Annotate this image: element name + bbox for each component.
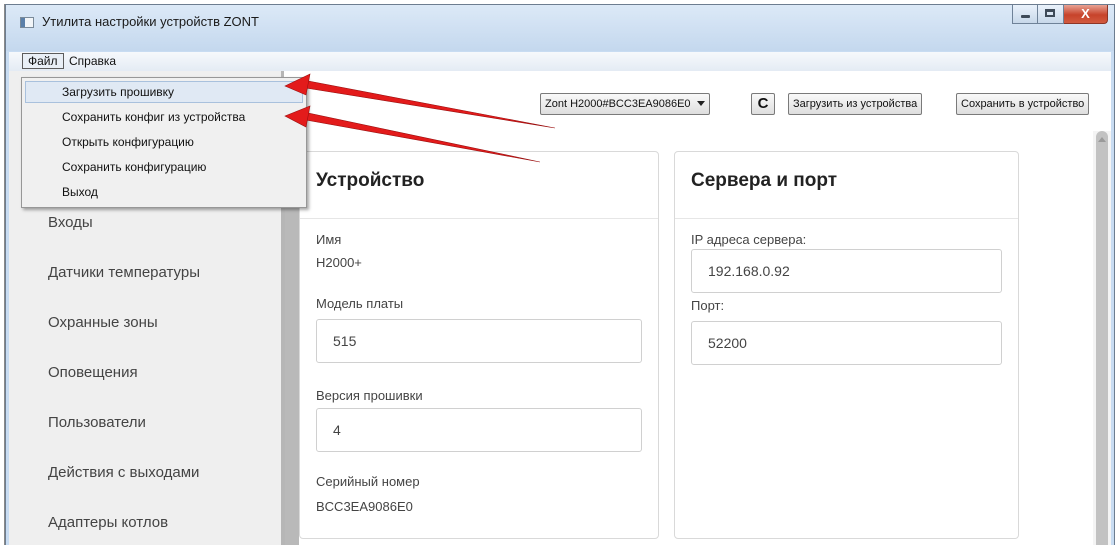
device-select[interactable]: Zont H2000#BCC3EA9086E0 bbox=[540, 93, 710, 115]
server-ip-field[interactable]: 192.168.0.92 bbox=[691, 249, 1002, 293]
sidebar-item-boiler-adapters[interactable]: Адаптеры котлов bbox=[48, 514, 168, 531]
toolbar: Zont H2000#BCC3EA9086E0 C Загрузить из у… bbox=[284, 71, 1111, 131]
menu-item-save-config-from-device[interactable]: Сохранить конфиг из устройства bbox=[25, 106, 303, 128]
sidebar-item-users[interactable]: Пользователи bbox=[48, 414, 146, 431]
window-title: Утилита настройки устройств ZONT bbox=[42, 14, 260, 29]
sidebar-item-security-zones[interactable]: Охранные зоны bbox=[48, 314, 158, 331]
menu-help[interactable]: Справка bbox=[64, 53, 121, 69]
port-label: Порт: bbox=[691, 298, 725, 313]
sidebar-item-notifications[interactable]: Оповещения bbox=[48, 364, 138, 381]
menu-bar: Файл Справка bbox=[9, 52, 1111, 71]
menu-file[interactable]: Файл bbox=[22, 53, 64, 69]
serial-number-value: BCC3EA9086E0 bbox=[316, 499, 413, 514]
file-menu-dropdown: Загрузить прошивку Сохранить конфиг из у… bbox=[21, 77, 307, 208]
minimize-button[interactable] bbox=[1012, 5, 1038, 24]
menu-item-save-config[interactable]: Сохранить конфигурацию bbox=[25, 156, 303, 178]
chevron-down-icon bbox=[696, 101, 705, 106]
maximize-button[interactable] bbox=[1038, 5, 1064, 24]
server-card: Сервера и порт IP адреса сервера: 192.16… bbox=[674, 151, 1019, 539]
board-model-label: Модель платы bbox=[316, 296, 404, 311]
card-divider bbox=[300, 218, 658, 219]
window-controls: X bbox=[1012, 5, 1108, 24]
sidebar-item-output-actions[interactable]: Действия с выходами bbox=[48, 464, 199, 481]
device-card: Устройство Имя H2000+ Модель платы 515 В… bbox=[299, 151, 659, 539]
sidebar-item-inputs[interactable]: Входы bbox=[48, 214, 93, 231]
firmware-version-field[interactable]: 4 bbox=[316, 408, 642, 452]
firmware-version-label: Версия прошивки bbox=[316, 388, 423, 403]
sidebar-item-temperature-sensors[interactable]: Датчики температуры bbox=[48, 264, 200, 281]
refresh-icon: C bbox=[757, 95, 769, 112]
refresh-button[interactable]: C bbox=[751, 93, 775, 115]
main-panel: Устройство Имя H2000+ Модель платы 515 В… bbox=[299, 131, 1093, 545]
menu-item-load-firmware[interactable]: Загрузить прошивку bbox=[25, 81, 303, 103]
menu-item-open-config[interactable]: Открыть конфигурацию bbox=[25, 131, 303, 153]
save-to-device-button[interactable]: Сохранить в устройство bbox=[956, 93, 1090, 115]
card-divider bbox=[675, 218, 1018, 219]
server-card-title: Сервера и порт bbox=[691, 170, 838, 191]
scroll-up-icon[interactable] bbox=[1098, 137, 1106, 142]
server-ip-label: IP адреса сервера: bbox=[691, 232, 807, 247]
port-field[interactable]: 52200 bbox=[691, 321, 1002, 365]
device-name-value: H2000+ bbox=[316, 255, 362, 270]
device-card-title: Устройство bbox=[316, 170, 425, 191]
vertical-scrollbar[interactable] bbox=[1093, 131, 1111, 545]
load-from-device-button[interactable]: Загрузить из устройства bbox=[788, 93, 923, 115]
serial-number-label: Серийный номер bbox=[316, 474, 420, 489]
close-button[interactable]: X bbox=[1064, 5, 1108, 24]
title-bar: Утилита настройки устройств ZONT X bbox=[6, 5, 1114, 51]
board-model-field[interactable]: 515 bbox=[316, 319, 642, 363]
close-icon: X bbox=[1081, 6, 1090, 21]
scrollbar-thumb[interactable] bbox=[1096, 131, 1108, 545]
app-icon bbox=[20, 17, 34, 28]
device-name-label: Имя bbox=[316, 232, 342, 247]
menu-item-exit[interactable]: Выход bbox=[25, 181, 303, 203]
